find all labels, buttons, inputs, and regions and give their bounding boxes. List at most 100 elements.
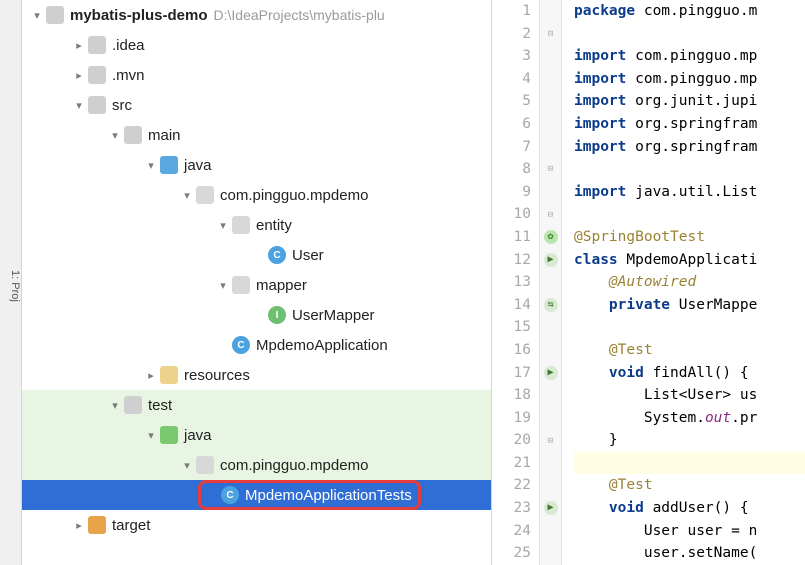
gutter-marker-slot[interactable]: ⊟ <box>540 23 561 46</box>
code-line[interactable]: User user = n <box>574 520 805 543</box>
tree-item-mapper[interactable]: ▾ mapper <box>22 270 491 300</box>
line-number[interactable]: 20 <box>492 429 531 452</box>
tree-item-user[interactable]: ▸ C User <box>22 240 491 270</box>
code-line[interactable]: class MpdemoApplicati <box>574 249 805 272</box>
code-line[interactable] <box>574 316 805 339</box>
code-line[interactable]: user.setName( <box>574 542 805 565</box>
line-number-gutter[interactable]: 1234567891011121314151617181920212223242… <box>492 0 540 565</box>
gutter-marker-slot[interactable] <box>540 90 561 113</box>
gutter-marker-slot[interactable] <box>540 316 561 339</box>
line-number[interactable]: 21 <box>492 452 531 475</box>
code-line[interactable]: private UserMappe <box>574 294 805 317</box>
code-area[interactable]: package com.pingguo.m import com.pingguo.… <box>562 0 805 565</box>
tree-item-idea[interactable]: ▸ .idea <box>22 30 491 60</box>
code-line[interactable]: import org.springfram <box>574 113 805 136</box>
run-icon[interactable]: ▶ <box>544 501 558 515</box>
code-line[interactable]: package com.pingguo.m <box>574 0 805 23</box>
fold-icon[interactable]: ⊟ <box>548 210 553 220</box>
tree-item-usermapper[interactable]: ▸ I UserMapper <box>22 300 491 330</box>
tree-item-mpdemoapp[interactable]: ▸ C MpdemoApplication <box>22 330 491 360</box>
line-number[interactable]: 9 <box>492 181 531 204</box>
line-number[interactable]: 15 <box>492 316 531 339</box>
line-number[interactable]: 25 <box>492 542 531 565</box>
gutter-marker-slot[interactable]: ▶ <box>540 249 561 272</box>
gutter-marker-slot[interactable] <box>540 181 561 204</box>
fold-icon[interactable]: ⊟ <box>548 436 553 446</box>
line-number[interactable]: 10 <box>492 203 531 226</box>
line-number[interactable]: 11 <box>492 226 531 249</box>
line-number[interactable]: 13 <box>492 271 531 294</box>
gutter-marker-slot[interactable]: ▶ <box>540 497 561 520</box>
line-number[interactable]: 5 <box>492 90 531 113</box>
tree-item-java-main[interactable]: ▾ java <box>22 150 491 180</box>
code-line[interactable]: import org.junit.jupi <box>574 90 805 113</box>
line-number[interactable]: 1 <box>492 0 531 23</box>
gutter-marker-slot[interactable] <box>540 45 561 68</box>
tree-item-entity[interactable]: ▾ entity <box>22 210 491 240</box>
gutter-marker-slot[interactable] <box>540 113 561 136</box>
code-line[interactable]: void findAll() { <box>574 362 805 385</box>
fold-icon[interactable]: ⊟ <box>548 164 553 174</box>
code-line[interactable]: void addUser() { <box>574 497 805 520</box>
tree-item-package-main[interactable]: ▾ com.pingguo.mpdemo <box>22 180 491 210</box>
gutter-marker-slot[interactable] <box>540 407 561 430</box>
gutter-marker-slot[interactable] <box>540 0 561 23</box>
tree-root[interactable]: ▾ mybatis-plus-demo D:\IdeaProjects\myba… <box>22 0 491 30</box>
gutter-marker-slot[interactable] <box>540 542 561 565</box>
fold-icon[interactable]: ⊟ <box>548 29 553 39</box>
line-number[interactable]: 12 <box>492 249 531 272</box>
code-line[interactable]: @Test <box>574 339 805 362</box>
tool-window-strip[interactable]: 1: Proj <box>0 0 22 565</box>
tree-item-package-test[interactable]: ▾ com.pingguo.mpdemo <box>22 450 491 480</box>
code-line[interactable]: List<User> us <box>574 384 805 407</box>
code-line[interactable] <box>574 158 805 181</box>
code-line[interactable]: @SpringBootTest <box>574 226 805 249</box>
gutter-marker-slot[interactable] <box>540 68 561 91</box>
code-line[interactable]: } <box>574 429 805 452</box>
line-number[interactable]: 24 <box>492 520 531 543</box>
gutter-marker-slot[interactable]: ✿ <box>540 226 561 249</box>
code-line[interactable] <box>574 23 805 46</box>
gutter-marker-slot[interactable]: ⊟ <box>540 158 561 181</box>
run-icon[interactable]: ▶ <box>544 366 558 380</box>
line-number[interactable]: 6 <box>492 113 531 136</box>
code-line[interactable]: @Test <box>574 474 805 497</box>
tree-item-java-test[interactable]: ▾ java <box>22 420 491 450</box>
run-icon[interactable]: ▶ <box>544 253 558 267</box>
gutter-marker-slot[interactable] <box>540 339 561 362</box>
tree-item-target[interactable]: ▸ target <box>22 510 491 540</box>
line-number[interactable]: 19 <box>492 407 531 430</box>
gutter-marker-slot[interactable] <box>540 452 561 475</box>
code-line[interactable] <box>574 203 805 226</box>
gutter-marker-slot[interactable]: ⇆ <box>540 294 561 317</box>
code-line[interactable]: import java.util.List <box>574 181 805 204</box>
gutter-marker-slot[interactable]: ▶ <box>540 362 561 385</box>
gutter-marker-slot[interactable] <box>540 384 561 407</box>
line-number[interactable]: 22 <box>492 474 531 497</box>
gutter-marker-slot[interactable] <box>540 136 561 159</box>
line-number[interactable]: 17 <box>492 362 531 385</box>
line-number[interactable]: 3 <box>492 45 531 68</box>
gutter-marker-slot[interactable]: ⊟ <box>540 429 561 452</box>
gutter-marker-slot[interactable] <box>540 474 561 497</box>
tree-item-mvn[interactable]: ▸ .mvn <box>22 60 491 90</box>
code-line[interactable]: import com.pingguo.mp <box>574 45 805 68</box>
gutter-marker-slot[interactable] <box>540 520 561 543</box>
line-number[interactable]: 16 <box>492 339 531 362</box>
tree-item-resources[interactable]: ▸ resources <box>22 360 491 390</box>
line-number[interactable]: 8 <box>492 158 531 181</box>
tree-item-main[interactable]: ▾ main <box>22 120 491 150</box>
line-number[interactable]: 4 <box>492 68 531 91</box>
code-line[interactable]: import org.springfram <box>574 136 805 159</box>
gutter-marker-slot[interactable] <box>540 271 561 294</box>
gutter-marker-slot[interactable]: ⊟ <box>540 203 561 226</box>
tree-item-tests-selected[interactable]: ▸ C MpdemoApplicationTests <box>22 480 491 510</box>
line-number[interactable]: 18 <box>492 384 531 407</box>
marker-gutter[interactable]: ⊟ ⊟ ⊟ ✿ ▶ ⇆ ▶ ⊟ ▶ <box>540 0 562 565</box>
code-line[interactable]: import com.pingguo.mp <box>574 68 805 91</box>
tree-item-test[interactable]: ▾ test <box>22 390 491 420</box>
line-number[interactable]: 7 <box>492 136 531 159</box>
code-line[interactable]: System.out.pr <box>574 407 805 430</box>
line-number[interactable]: 14 <box>492 294 531 317</box>
code-line[interactable]: @Autowired <box>574 271 805 294</box>
